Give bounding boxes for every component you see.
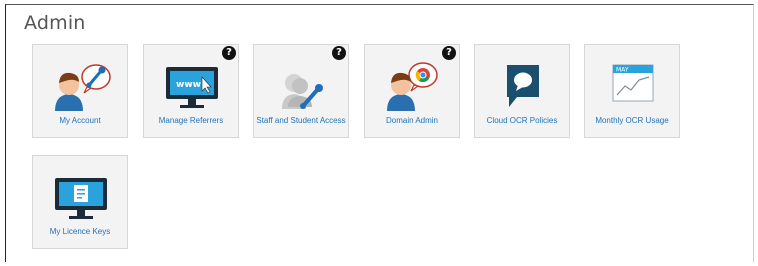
user-wrench-icon xyxy=(55,64,111,111)
user-chrome-icon xyxy=(387,62,438,111)
tile-my-licence-keys[interactable]: My Licence Keys xyxy=(32,155,128,249)
help-icon[interactable]: ? xyxy=(442,46,456,60)
svg-text:www: www xyxy=(176,80,201,90)
tile-label: My Licence Keys xyxy=(49,227,111,236)
monitor-document-icon xyxy=(55,178,107,219)
tile-label: My Account xyxy=(59,116,101,125)
tile-my-account[interactable]: My Account xyxy=(32,44,128,138)
users-wrench-icon xyxy=(282,74,323,109)
tile-cloud-ocr-policies[interactable]: Cloud OCR Policies xyxy=(474,44,570,138)
help-icon[interactable]: ? xyxy=(222,46,236,60)
page-title: Admin xyxy=(24,12,86,34)
tile-label: Monthly OCR Usage xyxy=(595,116,669,125)
tile-label: Manage Referrers xyxy=(158,116,224,125)
tile-label: Staff and Student Access xyxy=(256,116,346,125)
help-icon[interactable]: ? xyxy=(332,46,346,60)
tile-label: Domain Admin xyxy=(385,116,439,125)
speech-bubble-icon xyxy=(507,65,539,107)
calendar-chart-icon: MAY xyxy=(612,64,654,102)
svg-text:MAY: MAY xyxy=(616,67,629,74)
tile-label: Cloud OCR Policies xyxy=(486,116,558,125)
monitor-www-icon: www xyxy=(166,67,218,108)
tile-monthly-ocr-usage[interactable]: MAY Monthly OCR Usage xyxy=(584,44,680,138)
